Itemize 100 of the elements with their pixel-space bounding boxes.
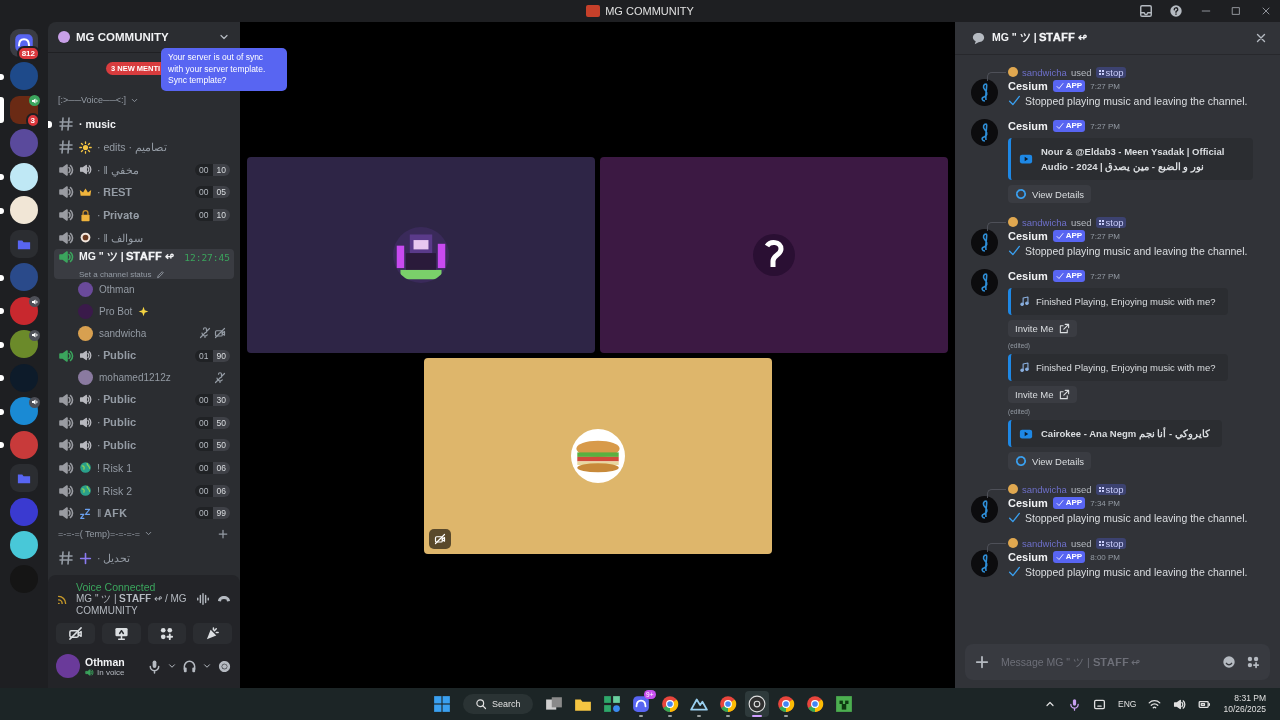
user-name[interactable]: sandwicha [1022,66,1067,78]
video-tile[interactable] [423,357,772,554]
command-mention[interactable]: stop [1095,66,1127,78]
voice-member[interactable]: mohamed1212z [54,366,234,389]
sleep-icon [79,506,92,520]
camera-off-icon [67,626,83,641]
avatar-icon[interactable] [971,269,998,296]
globe-icon [79,484,92,498]
window-title: MG COMMUNITY [605,5,694,17]
channel-name[interactable]: · 𝐏𝐫𝐢𝐯𝐚𝐭𝐞 [97,208,140,222]
member-name[interactable]: mohamed1212z [99,372,171,384]
category-name[interactable]: =-=-=( Temp)=-=-=-= [58,528,141,539]
command-mention[interactable]: stop [1095,537,1127,549]
command-mention[interactable]: stop [1095,483,1127,495]
category-name[interactable]: [:>──Voice──<:] [58,95,127,105]
invite-button[interactable]: Invite Me [1008,320,1077,337]
channel-name[interactable]: · 𝐑𝐄𝐒𝐓 [97,185,133,199]
channel-name[interactable]: · music [79,118,116,131]
plus-icon [975,655,989,669]
taskbar-app[interactable] [744,691,769,717]
check-icon [1008,94,1021,107]
author-name[interactable]: Cesium [1008,80,1048,92]
settings-button[interactable] [217,658,232,674]
details-button[interactable]: View Details [1008,185,1092,203]
video-tile[interactable] [247,156,595,353]
windows-icon [433,695,451,713]
member-name[interactable]: Pro Bot [99,306,133,318]
browser-icon [776,695,795,713]
screen-share-button[interactable] [101,623,141,644]
caret-button[interactable] [167,661,177,671]
music-note-icon [1019,362,1030,373]
member-name[interactable]: sandwicha [99,327,147,339]
channel-name[interactable]: · edits · تصاميم [97,141,167,154]
voice-location[interactable]: MG " ツ | 𝐒𝐓𝐀𝐅𝐅 ↫ / MG COMMUNITY [76,593,190,617]
check-icon [1055,553,1064,561]
activities-button[interactable] [147,623,187,644]
selected-channel-row[interactable]: MG " ツ | 𝐒𝐓𝐀𝐅𝐅 ↫ 12:27:45 Set a channel status [54,249,234,280]
noise-button[interactable] [196,592,210,606]
avatar-icon[interactable] [971,550,998,577]
author-name[interactable]: Cesium [1008,497,1048,509]
channel-name[interactable]: · ‖ سوالف [97,231,143,244]
voice-member[interactable]: Othman [54,279,234,301]
user-name[interactable]: sandwicha [1022,483,1067,495]
invite-button[interactable]: Invite Me [1008,386,1077,403]
channel-name[interactable]: · 𝐏𝐮𝐛𝐥𝐢𝐜 [97,438,137,452]
soundboard-button[interactable] [193,623,232,644]
mute-button[interactable] [147,658,162,674]
embed-text: Finished Playing, Enjoying music with me? [1036,361,1216,375]
elapsed-time: 12:27:45 [184,251,230,263]
language-indicator[interactable]: ENG [1118,699,1137,709]
wifi-icon [1148,697,1162,711]
caret-button[interactable] [202,661,212,671]
channel-name[interactable]: ‖ 𝐀𝐅𝐊 [97,506,128,520]
inbox-button[interactable] [1138,3,1154,19]
details-button[interactable]: View Details [1008,452,1092,470]
avatar-icon[interactable] [971,119,998,146]
clock-time[interactable]: 8:31 PM [1234,693,1266,704]
author-name[interactable]: Cesium [1008,551,1048,563]
deafen-button[interactable] [182,658,197,674]
close-button[interactable] [1254,31,1268,45]
avatar-icon[interactable] [971,79,998,106]
author-name[interactable]: Cesium [1008,230,1048,242]
emoji-icon [1222,655,1236,669]
music-note-icon [1019,296,1030,307]
avatar-icon[interactable] [971,229,998,256]
server-name[interactable]: MG COMMUNITY [76,31,212,43]
external-link-icon [1058,323,1070,334]
camera-button[interactable] [56,623,95,644]
used-label: used [1070,66,1092,78]
channel-name[interactable]: MG " ツ | 𝐒𝐓𝐀𝐅𝐅 ↫ [79,250,175,265]
dotted-ring-icon [1015,455,1027,467]
avatar-icon[interactable] [971,496,998,523]
member-name[interactable]: Othman [99,284,135,296]
timestamp: 7:34 PM [1090,498,1120,508]
channel-name[interactable]: · 𝐏𝐮𝐛𝐥𝐢𝐜 [97,416,137,430]
clock-date[interactable]: 10/26/2025 [1223,704,1266,715]
channel-status[interactable]: Set a channel status [79,270,152,280]
browser-icon [805,695,824,713]
channel-name[interactable]: · تحديل [97,552,131,565]
user-name[interactable]: sandwicha [1022,216,1067,228]
author-name[interactable]: Cesium [1008,120,1048,132]
hash-icon [58,550,74,567]
command-mention[interactable]: stop [1095,216,1127,228]
channel-name[interactable]: ! Risk 2 [97,484,132,497]
search-icon [475,698,487,710]
app-tag: APP [1052,551,1086,563]
video-tile[interactable] [600,156,948,353]
channel-name[interactable]: · 𝐏𝐮𝐛𝐥𝐢𝐜 [97,393,137,407]
search-button[interactable]: Search [463,694,533,714]
channel-name[interactable]: ! Risk 1 [97,461,132,474]
author-name[interactable]: Cesium [1008,270,1048,282]
voice-member[interactable]: sandwicha [54,322,234,345]
play-icon [1019,152,1033,166]
used-label: used [1070,537,1092,549]
voice-member[interactable]: Pro Bot [54,300,234,323]
cup-icon [79,231,92,245]
channel-name[interactable]: · ‖ مخفي [97,163,139,176]
user-name[interactable]: sandwicha [1022,537,1067,549]
help-button[interactable] [1168,3,1184,19]
channel-name[interactable]: · 𝐏𝐮𝐛𝐥𝐢𝐜 [97,349,137,363]
